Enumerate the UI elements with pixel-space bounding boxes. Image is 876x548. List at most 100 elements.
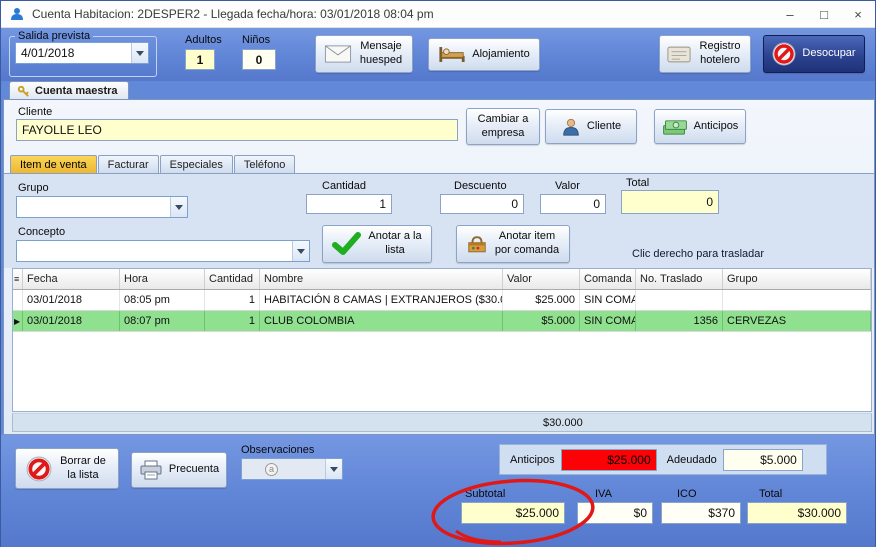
salida-prevista-label: Salida prevista [15, 30, 93, 42]
desocupar-button[interactable]: Desocupar [763, 35, 865, 73]
adeudado-field: $5.000 [723, 449, 803, 471]
bed-icon [438, 45, 466, 64]
tab-facturar[interactable]: Facturar [98, 155, 159, 174]
precuenta-label: Precuenta [169, 463, 219, 477]
anotar-lista-button[interactable]: Anotar a la lista [322, 225, 432, 263]
app-window: Cuenta Habitacion: 2DESPER2 - Llegada fe… [0, 0, 876, 547]
col-fecha[interactable]: Fecha [23, 269, 120, 289]
cell-no-traslado: 1356 [636, 311, 723, 331]
ico-label: ICO [677, 488, 697, 500]
items-table: ≡ Fecha Hora Cantidad Nombre Valor Coman… [12, 268, 872, 412]
adeudado-label: Adeudado [667, 454, 717, 466]
desocupar-label: Desocupar [802, 47, 855, 61]
chevron-down-icon[interactable] [131, 43, 148, 63]
grand-total-label: Total [759, 488, 782, 500]
envelope-icon [324, 45, 352, 63]
circled-a-icon: a [265, 463, 278, 476]
tab-especiales[interactable]: Especiales [160, 155, 233, 174]
cell-valor: $5.000 [503, 311, 580, 331]
cambiar-empresa-button[interactable]: Cambiar a empresa [466, 108, 540, 145]
ico-field: $370 [661, 502, 741, 524]
money-icon [662, 117, 688, 136]
adultos-label: Adultos [185, 34, 222, 46]
anticipos-button[interactable]: Anticipos [654, 109, 746, 144]
grupo-combo[interactable] [16, 196, 188, 218]
tabstrip: Item de venta Facturar Especiales Teléfo… [10, 155, 295, 174]
no-entry-icon [772, 42, 796, 66]
item-venta-form: Grupo Cantidad 1 Descuento 0 Valor 0 Tot… [4, 173, 874, 268]
concepto-combo[interactable] [16, 240, 310, 262]
close-button[interactable]: × [841, 1, 875, 27]
valor-label: Valor [555, 180, 580, 192]
descuento-field[interactable]: 0 [440, 194, 524, 214]
table-header: ≡ Fecha Hora Cantidad Nombre Valor Coman… [13, 269, 871, 290]
borrar-lista-button[interactable]: Borrar de la lista [15, 448, 119, 489]
tab-item-de-venta[interactable]: Item de venta [10, 155, 97, 174]
anticipos-total-field: $25.000 [561, 449, 657, 471]
col-comanda[interactable]: Comanda [580, 269, 636, 289]
subtotal-label: Subtotal [465, 488, 505, 500]
cliente-button[interactable]: Cliente [545, 109, 637, 144]
alojamiento-label: Alojamiento [472, 48, 529, 62]
concepto-label: Concepto [18, 226, 65, 238]
cell-hora: 08:05 pm [120, 290, 205, 310]
table-row-selected[interactable]: ▶ 03/01/2018 08:07 pm 1 CLUB COLOMBIA $5… [13, 311, 871, 332]
cell-fecha: 03/01/2018 [23, 290, 120, 310]
col-no-traslado[interactable]: No. Traslado [636, 269, 723, 289]
registro-hotelero-button[interactable]: Registro hotelero [659, 35, 751, 73]
borrar-lista-label: Borrar de la lista [58, 455, 108, 483]
alojamiento-button[interactable]: Alojamiento [428, 38, 540, 71]
total-field[interactable]: 0 [621, 190, 719, 214]
cell-fecha: 03/01/2018 [23, 311, 120, 331]
cliente-label: Cliente [18, 106, 52, 118]
cell-cantidad: 1 [205, 290, 260, 310]
tab-cuenta-maestra-label: Cuenta maestra [35, 85, 118, 97]
cell-hora: 08:07 pm [120, 311, 205, 331]
row-marker [13, 290, 23, 310]
chevron-down-icon[interactable] [170, 197, 187, 217]
row-marker-arrow: ▶ [13, 311, 23, 331]
app-icon [9, 6, 25, 22]
main-panel: Cliente FAYOLLE LEO Cambiar a empresa Cl… [3, 99, 875, 435]
cambiar-empresa-label: Cambiar a empresa [473, 113, 533, 141]
descuento-label: Descuento [454, 180, 507, 192]
observaciones-label: Observaciones [241, 444, 314, 456]
anotar-comanda-button[interactable]: Anotar item por comanda [456, 225, 570, 263]
cell-grupo: CERVEZAS [723, 311, 871, 331]
cantidad-field[interactable]: 1 [306, 194, 392, 214]
tab-cuenta-maestra[interactable]: Cuenta maestra [9, 81, 129, 100]
maximize-button[interactable]: □ [807, 1, 841, 27]
salida-prevista-combo[interactable]: 4/01/2018 [15, 42, 149, 64]
grupo-label: Grupo [18, 182, 49, 194]
mensaje-huesped-button[interactable]: Mensaje huesped [315, 35, 413, 73]
col-nombre[interactable]: Nombre [260, 269, 503, 289]
printer-icon [139, 460, 163, 480]
titlebar: Cuenta Habitacion: 2DESPER2 - Llegada fe… [1, 1, 875, 28]
table-total-strip: $30.000 [12, 413, 872, 432]
total-label: Total [626, 177, 649, 189]
precuenta-button[interactable]: Precuenta [131, 452, 227, 488]
window-title: Cuenta Habitacion: 2DESPER2 - Llegada fe… [32, 7, 434, 21]
valor-field[interactable]: 0 [540, 194, 606, 214]
col-valor[interactable]: Valor [503, 269, 580, 289]
ninos-group: Niños 0 [242, 34, 276, 70]
observaciones-combo[interactable]: a [241, 458, 343, 480]
col-grupo[interactable]: Grupo [723, 269, 871, 289]
col-cantidad[interactable]: Cantidad [205, 269, 260, 289]
col-hora[interactable]: Hora [120, 269, 205, 289]
cell-no-traslado [636, 290, 723, 310]
chevron-down-icon[interactable] [325, 459, 342, 479]
cantidad-label: Cantidad [322, 180, 366, 192]
cliente-field[interactable]: FAYOLLE LEO [16, 119, 458, 141]
chevron-down-icon[interactable] [292, 241, 309, 261]
table-total-value: $30.000 [543, 417, 583, 429]
adultos-field[interactable]: 1 [185, 49, 215, 70]
table-row[interactable]: 03/01/2018 08:05 pm 1 HABITACIÓN 8 CAMAS… [13, 290, 871, 311]
cell-valor: $25.000 [503, 290, 580, 310]
cell-comanda: SIN COMA [580, 311, 636, 331]
subtotal-field: $25.000 [461, 502, 565, 524]
minimize-button[interactable]: – [773, 1, 807, 27]
iva-label: IVA [595, 488, 612, 500]
ninos-field[interactable]: 0 [242, 49, 276, 70]
tab-telefono[interactable]: Teléfono [234, 155, 296, 174]
